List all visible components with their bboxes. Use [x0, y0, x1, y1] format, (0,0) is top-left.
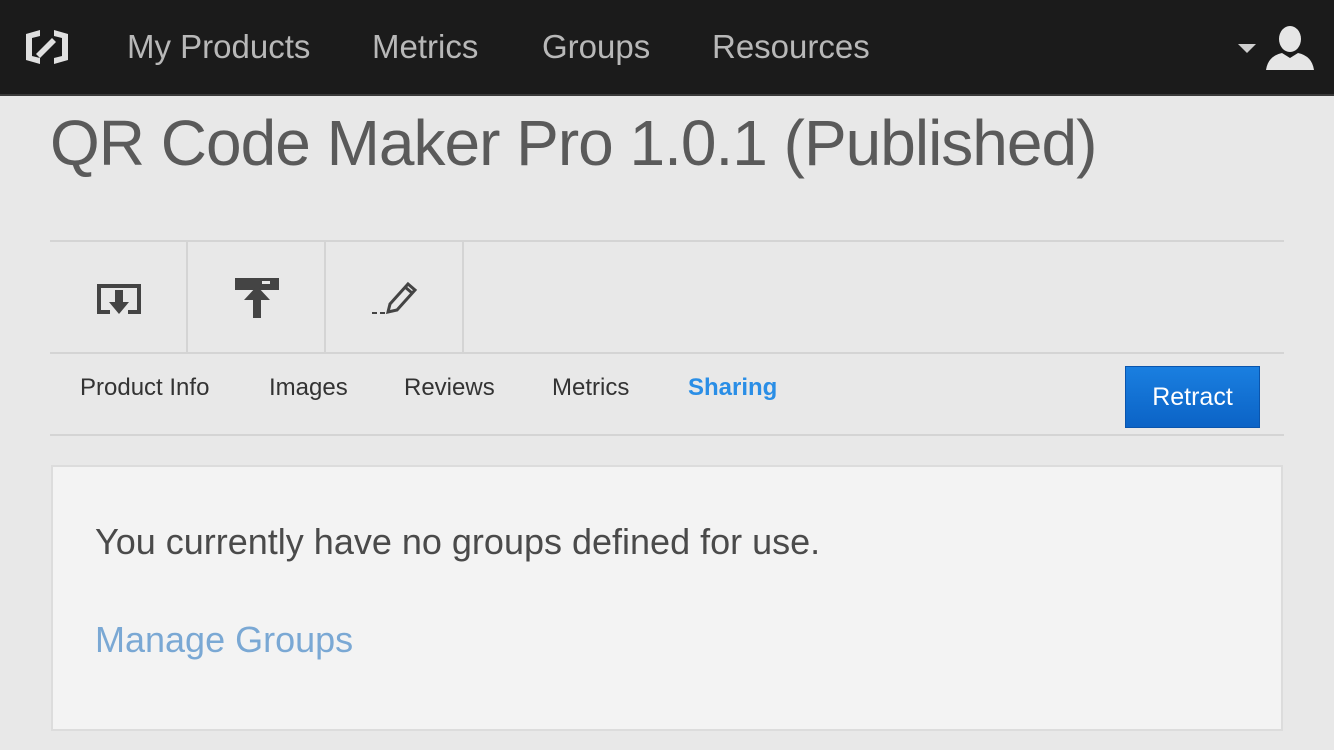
- publish-button[interactable]: [188, 242, 326, 354]
- manage-groups-link[interactable]: Manage Groups: [95, 619, 353, 661]
- user-menu[interactable]: [1226, 22, 1316, 74]
- product-toolbar: [50, 240, 1284, 354]
- tab-sharing[interactable]: Sharing: [688, 374, 777, 402]
- sharing-panel: You currently have no groups defined for…: [51, 465, 1283, 731]
- tab-product-info[interactable]: Product Info: [80, 374, 209, 402]
- edit-pencil-icon: [372, 281, 418, 314]
- nav-metrics[interactable]: Metrics: [372, 28, 478, 66]
- page-title: QR Code Maker Pro 1.0.1 (Published): [50, 107, 1097, 179]
- download-icon: [97, 284, 141, 314]
- top-nav-bar: My Products Metrics Groups Resources: [0, 0, 1334, 96]
- edit-button[interactable]: [326, 242, 464, 354]
- download-button[interactable]: [50, 242, 188, 354]
- tab-metrics[interactable]: Metrics: [552, 374, 629, 402]
- nav-resources[interactable]: Resources: [712, 28, 870, 66]
- publish-upload-icon: [235, 278, 279, 318]
- tab-images[interactable]: Images: [269, 374, 348, 402]
- empty-groups-message: You currently have no groups defined for…: [95, 521, 821, 562]
- product-tabs: Product Info Images Reviews Metrics Shar…: [50, 354, 1284, 436]
- nav-my-products[interactable]: My Products: [127, 28, 310, 66]
- nav-groups[interactable]: Groups: [542, 28, 650, 66]
- tab-reviews[interactable]: Reviews: [404, 374, 495, 402]
- retract-button[interactable]: Retract: [1125, 366, 1260, 428]
- chevron-down-icon: [1238, 44, 1256, 53]
- app-logo-icon[interactable]: [22, 26, 72, 68]
- user-avatar-icon: [1266, 26, 1314, 70]
